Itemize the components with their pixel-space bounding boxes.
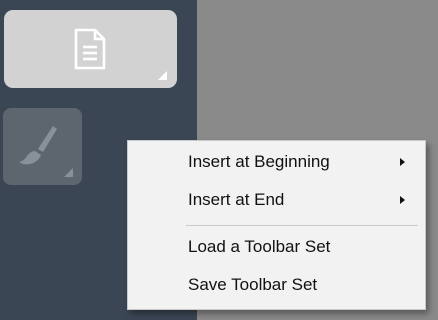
menu-item-label: Save Toolbar Set	[188, 275, 318, 294]
menu-item-label: Insert at End	[188, 190, 285, 209]
menu-item-insert-at-beginning[interactable]: Insert at Beginning	[128, 147, 425, 177]
brush-tool-button[interactable]	[3, 108, 82, 185]
dropdown-corner-icon	[64, 168, 73, 177]
submenu-arrow-icon	[400, 158, 405, 166]
menu-item-label: Insert at Beginning	[188, 152, 330, 171]
menu-item-save-toolbar-set[interactable]: Save Toolbar Set	[128, 270, 425, 300]
document-icon	[74, 28, 106, 70]
menu-item-label: Load a Toolbar Set	[188, 237, 331, 256]
menu-separator	[186, 225, 418, 226]
document-tool-button[interactable]	[4, 10, 177, 88]
menu-item-insert-at-end[interactable]: Insert at End	[128, 185, 425, 215]
menu-item-load-toolbar-set[interactable]: Load a Toolbar Set	[128, 232, 425, 262]
dropdown-corner-icon	[158, 71, 167, 80]
brush-icon	[19, 126, 57, 165]
submenu-arrow-icon	[400, 196, 405, 204]
context-menu: Insert at Beginning Insert at End Load a…	[127, 140, 426, 310]
